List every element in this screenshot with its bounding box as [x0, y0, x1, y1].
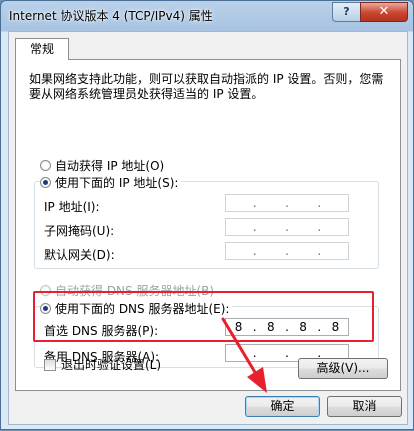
description-text: 如果网络支持此功能，则可以获取自动指派的 IP 设置。否则，您需要从网络系统管理… — [29, 72, 384, 101]
manual-dns-option[interactable]: 使用下面的 DNS 服务器地址(E): — [40, 300, 233, 317]
auto-ip-radio[interactable] — [40, 160, 51, 171]
auto-dns-label: 自动获得 DNS 服务器地址(B) — [55, 284, 215, 298]
validate-on-exit-option[interactable]: 退出时验证设置(L) — [44, 356, 161, 373]
validate-on-exit-checkbox[interactable] — [44, 358, 56, 371]
close-button[interactable]: ✕ — [360, 2, 408, 22]
manual-ip-label: 使用下面的 IP 地址(S): — [55, 176, 179, 190]
auto-ip-label: 自动获得 IP 地址(O) — [55, 159, 165, 173]
dialog-window: Internet 协议版本 4 (TCP/IPv4) 属性 ? ✕ 常规 如果网… — [0, 0, 414, 430]
general-tab-panel: 如果网络支持此功能，则可以获取自动指派的 IP 设置。否则，您需要从网络系统管理… — [15, 59, 401, 391]
preferred-dns-label: 首选 DNS 服务器(P): — [44, 324, 159, 338]
default-gateway-label: 默认网关(D): — [44, 248, 115, 262]
cancel-button[interactable]: 取消 — [327, 396, 402, 417]
advanced-button[interactable]: 高级(V)... — [298, 358, 388, 379]
subnet-mask-input: . . . — [225, 218, 349, 236]
manual-dns-label: 使用下面的 DNS 服务器地址(E): — [55, 302, 230, 316]
window-title: Internet 协议版本 4 (TCP/IPv4) 属性 — [9, 9, 213, 23]
manual-ip-radio[interactable] — [40, 177, 51, 188]
validate-on-exit-label: 退出时验证设置(L) — [61, 358, 162, 372]
auto-ip-option[interactable]: 自动获得 IP 地址(O) — [40, 157, 164, 174]
manual-ip-option[interactable]: 使用下面的 IP 地址(S): — [40, 174, 182, 191]
preferred-dns-input[interactable]: 8. 8. 8. 8 — [225, 318, 349, 336]
auto-dns-option[interactable]: 自动获得 DNS 服务器地址(B) — [40, 282, 214, 299]
ok-button[interactable]: 确定 — [245, 396, 320, 417]
auto-dns-radio[interactable] — [40, 285, 51, 296]
tab-general[interactable]: 常规 — [15, 38, 69, 60]
subnet-mask-label: 子网掩码(U): — [44, 224, 115, 238]
ip-address-label: IP 地址(I): — [44, 200, 100, 214]
dialog-client-area: 常规 如果网络支持此功能，则可以获取自动指派的 IP 设置。否则，您需要从网络系… — [8, 31, 408, 425]
manual-dns-radio[interactable] — [40, 303, 51, 314]
ip-address-input: . . . — [225, 194, 349, 212]
help-button[interactable]: ? — [332, 2, 361, 22]
default-gateway-input: . . . — [225, 242, 349, 260]
title-bar[interactable]: Internet 协议版本 4 (TCP/IPv4) 属性 ? ✕ — [1, 1, 413, 31]
